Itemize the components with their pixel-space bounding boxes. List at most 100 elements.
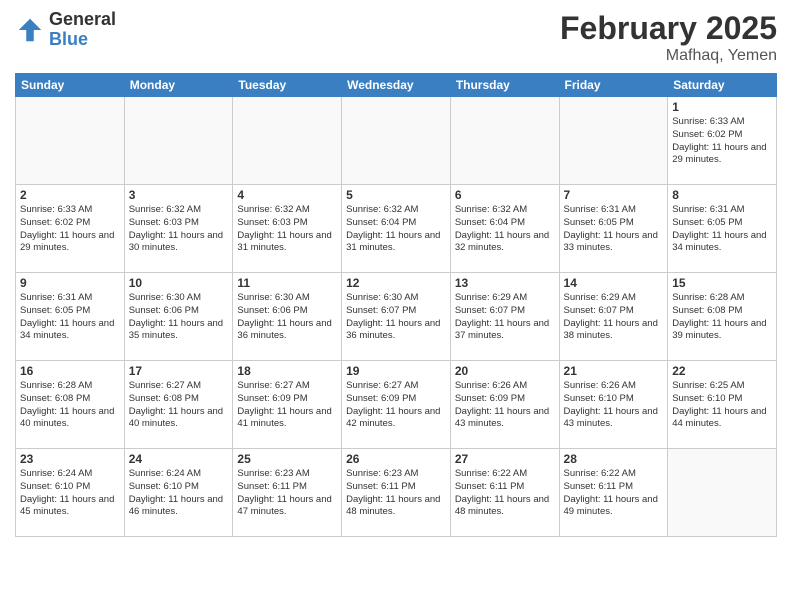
weekday-tuesday: Tuesday [233, 74, 342, 97]
day-cell [233, 97, 342, 185]
day-number: 21 [564, 364, 664, 378]
day-cell [124, 97, 233, 185]
day-number: 10 [129, 276, 229, 290]
day-number: 13 [455, 276, 555, 290]
day-info: Sunrise: 6:26 AM Sunset: 6:09 PM Dayligh… [455, 380, 555, 431]
location: Mafhaq, Yemen [560, 47, 777, 65]
page: General Blue February 2025 Mafhaq, Yemen… [0, 0, 792, 612]
day-info: Sunrise: 6:31 AM Sunset: 6:05 PM Dayligh… [20, 292, 120, 343]
day-cell: 28 Sunrise: 6:22 AM Sunset: 6:11 PM Dayli… [559, 449, 668, 537]
logo-blue-label: Blue [49, 30, 116, 50]
day-info: Sunrise: 6:30 AM Sunset: 6:06 PM Dayligh… [129, 292, 229, 343]
weekday-monday: Monday [124, 74, 233, 97]
day-info: Sunrise: 6:23 AM Sunset: 6:11 PM Dayligh… [346, 468, 446, 519]
day-info: Sunrise: 6:26 AM Sunset: 6:10 PM Dayligh… [564, 380, 664, 431]
weekday-row: SundayMondayTuesdayWednesdayThursdayFrid… [16, 74, 777, 97]
day-cell: 9 Sunrise: 6:31 AM Sunset: 6:05 PM Daylig… [16, 273, 125, 361]
day-number: 27 [455, 452, 555, 466]
day-number: 18 [237, 364, 337, 378]
day-number: 2 [20, 188, 120, 202]
day-cell: 6 Sunrise: 6:32 AM Sunset: 6:04 PM Daylig… [450, 185, 559, 273]
day-cell: 27Sunrise: 6:22 AM Sunset: 6:11 PM Dayli… [450, 449, 559, 537]
day-cell: 3 Sunrise: 6:32 AM Sunset: 6:03 PM Daylig… [124, 185, 233, 273]
week-row-1: 1Sunrise: 6:33 AM Sunset: 6:02 PM Daylig… [16, 97, 777, 185]
day-number: 26 [346, 452, 446, 466]
day-info: Sunrise: 6:22 AM Sunset: 6:11 PM Dayligh… [564, 468, 664, 519]
logo: General Blue [15, 10, 116, 50]
day-number: 6 [455, 188, 555, 202]
day-number: 22 [672, 364, 772, 378]
day-number: 8 [672, 188, 772, 202]
day-cell [450, 97, 559, 185]
day-number: 14 [564, 276, 664, 290]
day-cell [668, 449, 777, 537]
day-number: 4 [237, 188, 337, 202]
day-cell: 20Sunrise: 6:26 AM Sunset: 6:09 PM Dayli… [450, 361, 559, 449]
day-info: Sunrise: 6:28 AM Sunset: 6:08 PM Dayligh… [20, 380, 120, 431]
weekday-sunday: Sunday [16, 74, 125, 97]
day-info: Sunrise: 6:31 AM Sunset: 6:05 PM Dayligh… [672, 204, 772, 255]
week-row-4: 16Sunrise: 6:28 AM Sunset: 6:08 PM Dayli… [16, 361, 777, 449]
day-info: Sunrise: 6:25 AM Sunset: 6:10 PM Dayligh… [672, 380, 772, 431]
day-info: Sunrise: 6:33 AM Sunset: 6:02 PM Dayligh… [20, 204, 120, 255]
day-number: 23 [20, 452, 120, 466]
day-number: 25 [237, 452, 337, 466]
week-row-5: 23 Sunrise: 6:24 AM Sunset: 6:10 PM Dayli… [16, 449, 777, 537]
day-info: Sunrise: 6:27 AM Sunset: 6:09 PM Dayligh… [237, 380, 337, 431]
day-info: Sunrise: 6:32 AM Sunset: 6:04 PM Dayligh… [455, 204, 555, 255]
day-cell: 1Sunrise: 6:33 AM Sunset: 6:02 PM Daylig… [668, 97, 777, 185]
day-info: Sunrise: 6:30 AM Sunset: 6:07 PM Dayligh… [346, 292, 446, 343]
week-row-2: 2 Sunrise: 6:33 AM Sunset: 6:02 PM Daylig… [16, 185, 777, 273]
day-cell [342, 97, 451, 185]
day-cell: 7 Sunrise: 6:31 AM Sunset: 6:05 PM Daylig… [559, 185, 668, 273]
day-number: 28 [564, 452, 664, 466]
day-info: Sunrise: 6:32 AM Sunset: 6:04 PM Dayligh… [346, 204, 446, 255]
calendar-body: 1 Sunrise: 6:33 AM Sunset: 6:02 PM Daylig… [16, 97, 777, 537]
day-number: 9 [20, 276, 120, 290]
weekday-wednesday: Wednesday [342, 74, 451, 97]
day-cell: 26 Sunrise: 6:23 AM Sunset: 6:11 PM Dayli… [342, 449, 451, 537]
day-info: Sunrise: 6:30 AM Sunset: 6:06 PM Dayligh… [237, 292, 337, 343]
day-cell [16, 97, 125, 185]
day-info: Sunrise: 6:23 AM Sunset: 6:11 PM Dayligh… [237, 468, 337, 519]
logo-general-label: General [49, 10, 116, 30]
day-info: Sunrise: 6:32 AM Sunset: 6:03 PM Dayligh… [129, 204, 229, 255]
logo-text: General Blue [49, 10, 116, 50]
day-number: 5 [346, 188, 446, 202]
weekday-friday: Friday [559, 74, 668, 97]
day-cell: 25 Sunrise: 6:23 AM Sunset: 6:11 PM Dayli… [233, 449, 342, 537]
day-number: 17 [129, 364, 229, 378]
day-cell [559, 97, 668, 185]
weekday-thursday: Thursday [450, 74, 559, 97]
day-cell: 24Sunrise: 6:24 AM Sunset: 6:10 PM Dayli… [124, 449, 233, 537]
day-cell: 22 Sunrise: 6:25 AM Sunset: 6:10 PM Dayli… [668, 361, 777, 449]
day-cell: 19Sunrise: 6:27 AM Sunset: 6:09 PM Dayli… [342, 361, 451, 449]
day-number: 11 [237, 276, 337, 290]
day-cell: 23 Sunrise: 6:24 AM Sunset: 6:10 PM Dayli… [16, 449, 125, 537]
logo-icon [15, 15, 45, 45]
day-cell: 2 Sunrise: 6:33 AM Sunset: 6:02 PM Daylig… [16, 185, 125, 273]
day-cell: 16Sunrise: 6:28 AM Sunset: 6:08 PM Dayli… [16, 361, 125, 449]
day-number: 1 [672, 100, 772, 114]
month-year: February 2025 [560, 10, 777, 47]
day-cell: 8 Sunrise: 6:31 AM Sunset: 6:05 PM Daylig… [668, 185, 777, 273]
day-number: 24 [129, 452, 229, 466]
day-number: 3 [129, 188, 229, 202]
day-cell: 10 Sunrise: 6:30 AM Sunset: 6:06 PM Dayli… [124, 273, 233, 361]
day-info: Sunrise: 6:29 AM Sunset: 6:07 PM Dayligh… [564, 292, 664, 343]
day-info: Sunrise: 6:32 AM Sunset: 6:03 PM Dayligh… [237, 204, 337, 255]
day-cell: 11 Sunrise: 6:30 AM Sunset: 6:06 PM Dayli… [233, 273, 342, 361]
day-info: Sunrise: 6:24 AM Sunset: 6:10 PM Dayligh… [20, 468, 120, 519]
day-cell: 18 Sunrise: 6:27 AM Sunset: 6:09 PM Dayli… [233, 361, 342, 449]
day-cell: 17Sunrise: 6:27 AM Sunset: 6:08 PM Dayli… [124, 361, 233, 449]
day-number: 7 [564, 188, 664, 202]
day-info: Sunrise: 6:31 AM Sunset: 6:05 PM Dayligh… [564, 204, 664, 255]
day-info: Sunrise: 6:27 AM Sunset: 6:09 PM Dayligh… [346, 380, 446, 431]
week-row-3: 9 Sunrise: 6:31 AM Sunset: 6:05 PM Daylig… [16, 273, 777, 361]
calendar-header: SundayMondayTuesdayWednesdayThursdayFrid… [16, 74, 777, 97]
day-info: Sunrise: 6:28 AM Sunset: 6:08 PM Dayligh… [672, 292, 772, 343]
day-cell: 21 Sunrise: 6:26 AM Sunset: 6:10 PM Dayli… [559, 361, 668, 449]
day-number: 12 [346, 276, 446, 290]
day-cell: 15Sunrise: 6:28 AM Sunset: 6:08 PM Dayli… [668, 273, 777, 361]
weekday-saturday: Saturday [668, 74, 777, 97]
